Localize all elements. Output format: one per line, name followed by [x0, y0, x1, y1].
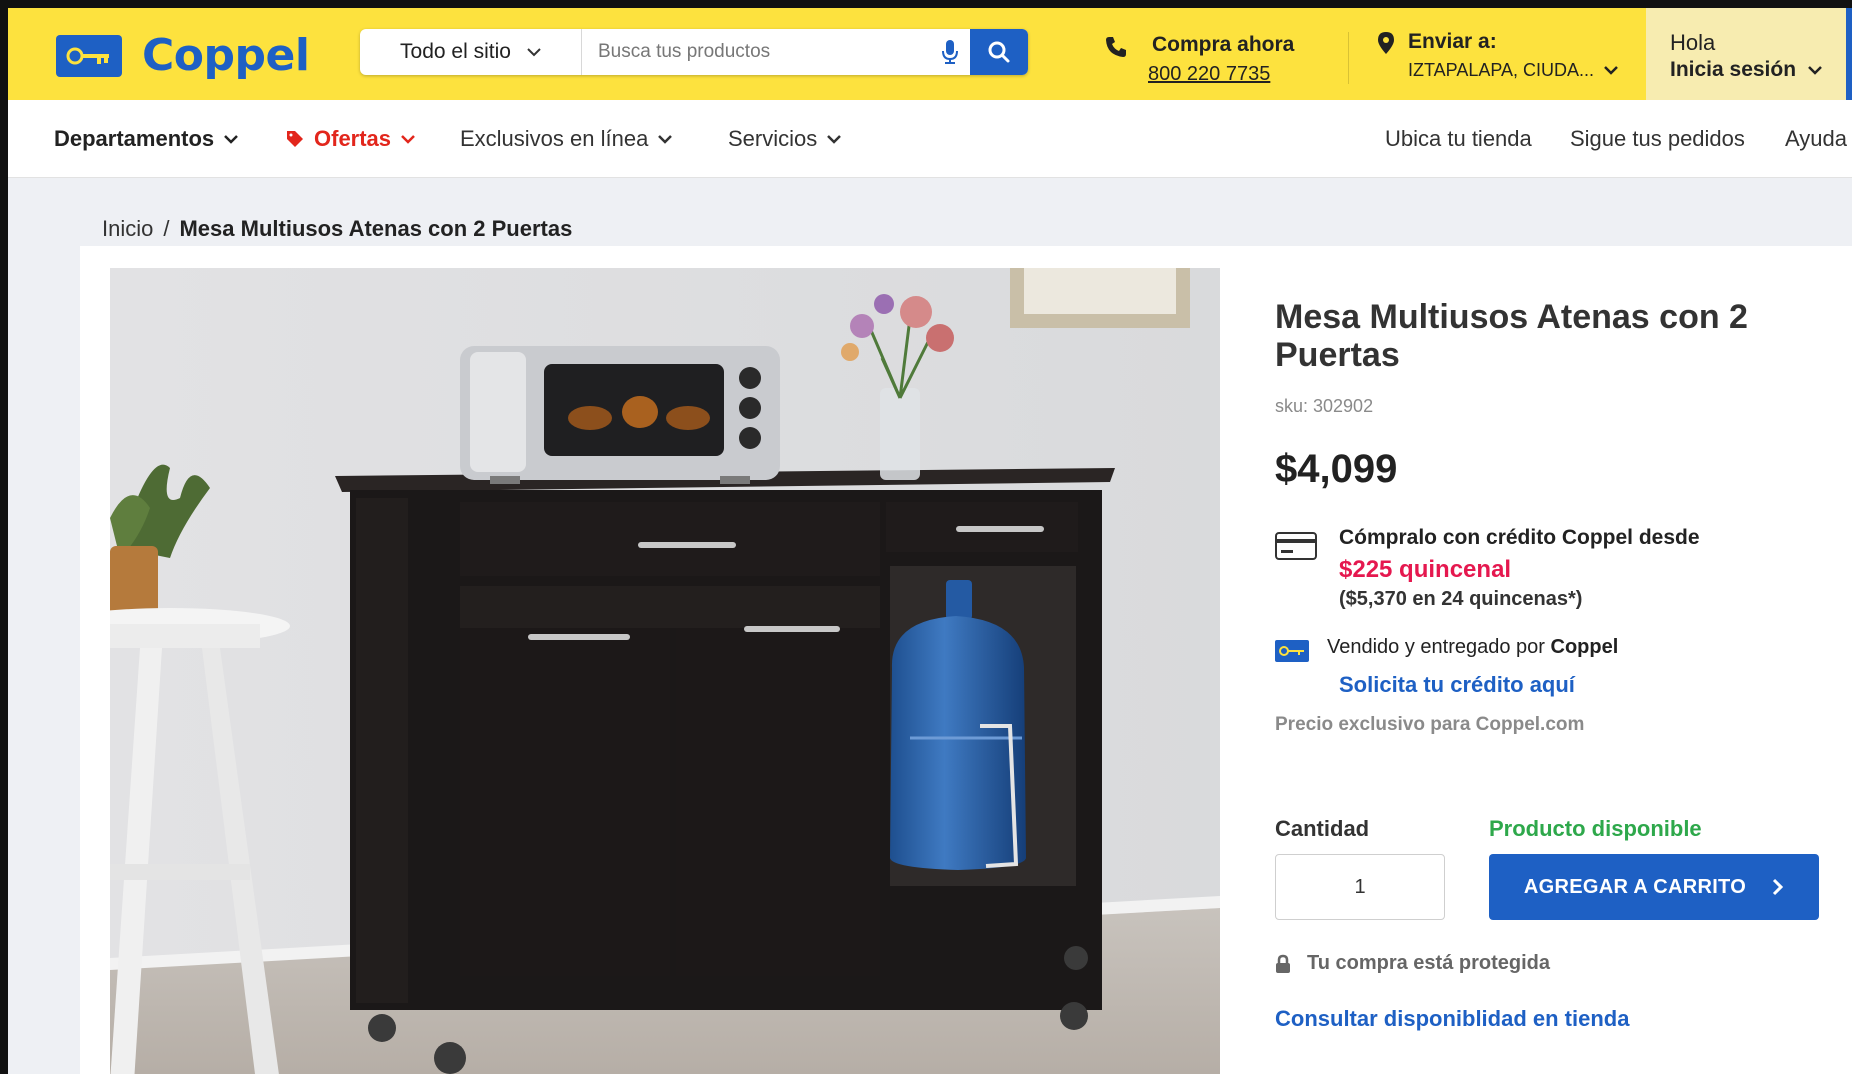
- location-pin-icon: [1378, 32, 1394, 54]
- page: Coppel Todo el sitio Busca tus productos…: [0, 0, 1852, 1074]
- main-navigation: Departamentos Ofertas Exclusivos en líne…: [8, 100, 1852, 178]
- chevron-down-icon: [527, 47, 541, 56]
- add-to-cart-label: AGREGAR A CARRITO: [1523, 875, 1747, 898]
- greeting: Hola: [1670, 30, 1716, 55]
- installment-amount: $225 quincenal: [1339, 556, 1512, 583]
- lock-icon: [1276, 954, 1290, 973]
- nav-track-orders[interactable]: Sigue tus pedidos: [1570, 126, 1745, 152]
- product-image[interactable]: [110, 268, 1220, 1074]
- credit-card-icon: [1275, 532, 1317, 560]
- seller-text: Vendido y entregado por Coppel: [1327, 636, 1618, 659]
- store-availability-link[interactable]: Consultar disponiblidad en tienda: [1275, 1006, 1629, 1032]
- search-scope-label: Todo el sitio: [400, 40, 511, 63]
- quantity-input[interactable]: [1275, 854, 1445, 920]
- phone-number-link[interactable]: 800 220 7735: [1148, 63, 1270, 86]
- account-menu[interactable]: Hola Inicia sesión: [1646, 8, 1846, 100]
- product-sku: sku: 302902: [1275, 396, 1374, 416]
- search-bar: Todo el sitio: [360, 29, 1028, 75]
- brand-name: Coppel: [142, 30, 310, 81]
- chevron-right-icon: [1773, 878, 1784, 896]
- login-link: Inicia sesión: [1670, 58, 1822, 82]
- credit-offer: Cómpralo con crédito Coppel desde $225 q…: [1275, 526, 1835, 612]
- product-info: Mesa Multiusos Atenas con 2 Puertas sku:…: [1275, 298, 1835, 736]
- header-edge: [1846, 8, 1852, 100]
- seller-name: Coppel: [1550, 636, 1619, 658]
- nav-exclusive-online[interactable]: Exclusivos en línea: [460, 126, 673, 152]
- nav-exclusive-label: Exclusivos en línea: [460, 126, 649, 151]
- product-price: $4,099: [1275, 447, 1398, 491]
- credit-line: Cómpralo con crédito Coppel desde: [1339, 526, 1700, 549]
- request-credit-link[interactable]: Solicita tu crédito aquí: [1339, 672, 1835, 698]
- nav-services[interactable]: Servicios: [728, 126, 842, 152]
- top-header: Coppel Todo el sitio Busca tus productos…: [8, 8, 1852, 100]
- add-to-cart-button[interactable]: AGREGAR A CARRITO: [1489, 854, 1819, 920]
- search-scope-select[interactable]: Todo el sitio: [360, 29, 582, 75]
- breadcrumb-current: Mesa Multiusos Atenas con 2 Puertas: [179, 216, 573, 241]
- nav-help[interactable]: Ayuda: [1785, 126, 1847, 152]
- nav-departments-label: Departamentos: [54, 126, 215, 151]
- product-title: Mesa Multiusos Atenas con 2 Puertas: [1275, 298, 1748, 374]
- microphone-icon[interactable]: [930, 29, 970, 75]
- nav-offers[interactable]: Ofertas: [286, 126, 415, 152]
- ship-to-label: Enviar a:: [1408, 30, 1497, 53]
- phone-icon: [1106, 37, 1126, 57]
- login-label: Inicia sesión: [1670, 58, 1797, 81]
- exclusive-price-note: Precio exclusivo para Coppel.com: [1275, 714, 1585, 735]
- installment-total: ($5,370 en 24 quincenas*): [1339, 588, 1583, 610]
- chevron-down-icon: [1604, 66, 1618, 75]
- seller-prefix: Vendido y entregado por: [1327, 636, 1545, 658]
- search-icon: [988, 41, 1010, 63]
- chevron-down-icon: [827, 134, 842, 144]
- coppel-small-logo-icon: [1275, 640, 1309, 667]
- chevron-down-icon: [658, 134, 673, 144]
- ship-to-value: IZTAPALAPA, CIUDA...: [1408, 60, 1618, 81]
- chevron-down-icon: [401, 134, 415, 144]
- buy-now-label: Compra ahora: [1152, 33, 1295, 56]
- nav-departments[interactable]: Departamentos: [54, 126, 239, 152]
- key-logo-icon: [56, 34, 122, 77]
- tag-icon: [287, 131, 303, 147]
- search-button[interactable]: [970, 29, 1028, 75]
- nav-services-label: Servicios: [728, 126, 818, 151]
- secure-purchase: Tu compra está protegida: [1275, 952, 1550, 975]
- breadcrumb: Inicio / Mesa Multiusos Atenas con 2 Puert…: [102, 216, 572, 242]
- secure-purchase-label: Tu compra está protegida: [1307, 952, 1551, 974]
- header-divider: [1348, 32, 1349, 84]
- ship-to-location: IZTAPALAPA, CIUDA...: [1408, 60, 1595, 80]
- availability-status: Producto disponible: [1489, 816, 1702, 841]
- chevron-down-icon: [1808, 65, 1822, 75]
- breadcrumb-separator: /: [163, 216, 170, 241]
- seller-info: Vendido y entregado por Coppel: [1275, 636, 1835, 666]
- nav-offers-label: Ofertas: [314, 126, 392, 151]
- nav-store-locator[interactable]: Ubica tu tienda: [1385, 126, 1532, 152]
- quantity-label: Cantidad: [1275, 816, 1370, 841]
- search-input[interactable]: [582, 29, 930, 75]
- breadcrumb-home[interactable]: Inicio: [102, 216, 153, 241]
- chevron-down-icon: [224, 134, 239, 144]
- coppel-logo[interactable]: Coppel: [56, 30, 310, 81]
